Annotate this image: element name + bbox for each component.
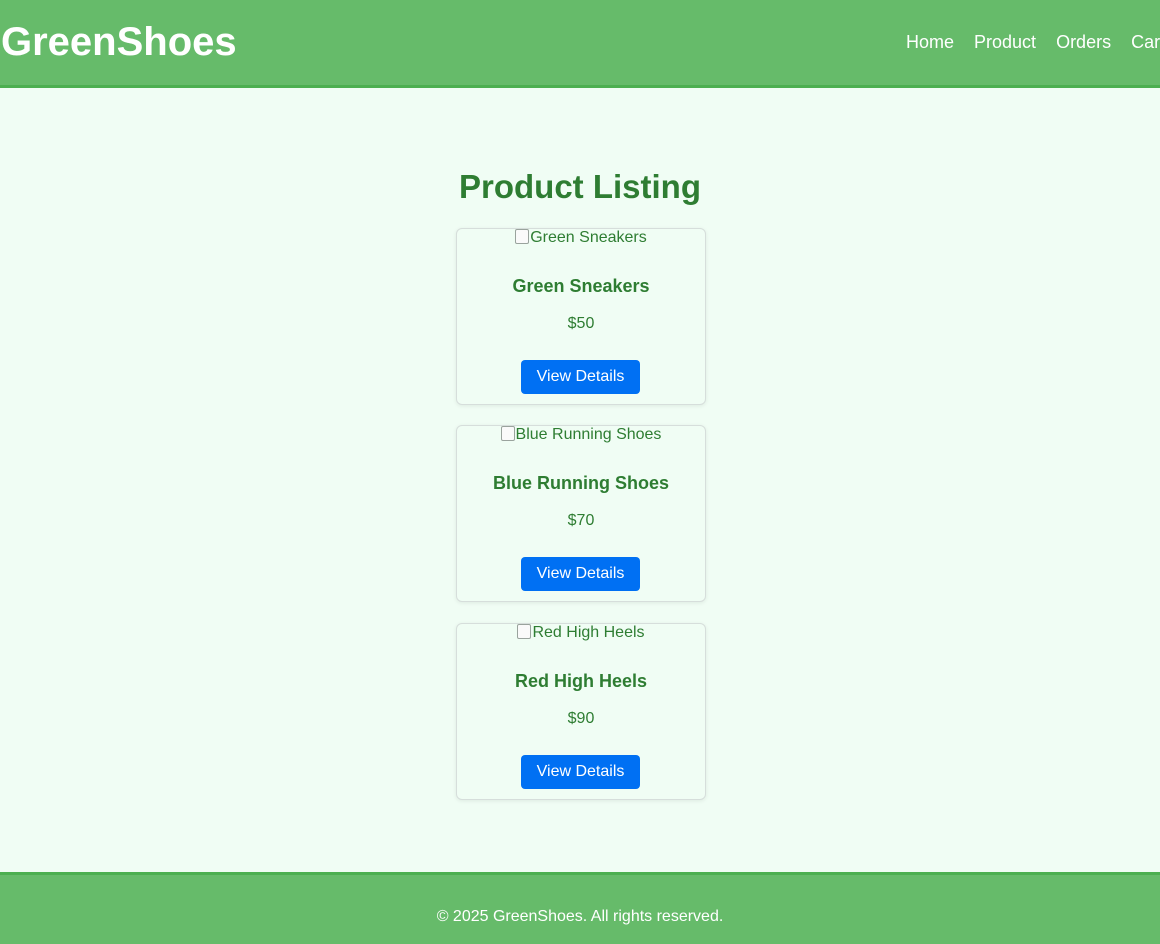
product-image-alt: Blue Running Shoes (515, 426, 662, 443)
site-logo[interactable]: GreenShoes (1, 20, 237, 64)
view-details-button[interactable]: View Details (521, 360, 640, 394)
nav-cart-link[interactable]: Cart (1131, 31, 1160, 53)
product-price: $90 (567, 710, 595, 727)
product-name: Green Sneakers (512, 276, 650, 296)
product-price: $50 (567, 315, 595, 332)
product-price: $70 (567, 512, 595, 529)
nav-home-link[interactable]: Home (906, 31, 954, 53)
product-image-alt: Green Sneakers (530, 229, 647, 246)
product-image: Green Sneakers (457, 229, 705, 249)
product-card-red-high-heels: Red High Heels Red High Heels $90 View D… (456, 623, 706, 800)
nav-product-link[interactable]: Product (974, 31, 1036, 53)
product-name: Blue Running Shoes (492, 473, 669, 493)
main-nav: Home Product Orders Cart (906, 31, 1160, 53)
product-image-alt: Red High Heels (532, 624, 645, 641)
product-card-green-sneakers: Green Sneakers Green Sneakers $50 View D… (456, 228, 706, 405)
site-header: GreenShoes Home Product Orders Cart (0, 0, 1160, 88)
site-footer: © 2025 GreenShoes. All rights reserved. (0, 872, 1160, 944)
view-details-button[interactable]: View Details (521, 557, 640, 591)
product-image: Blue Running Shoes (457, 426, 705, 446)
nav-orders-link[interactable]: Orders (1056, 31, 1111, 53)
product-card-blue-running-shoes: Blue Running Shoes Blue Running Shoes $7… (456, 425, 706, 602)
product-name: Red High Heels (514, 671, 648, 691)
copyright-text: © 2025 GreenShoes. All rights reserved. (436, 908, 724, 925)
product-image: Red High Heels (457, 624, 705, 644)
broken-image-icon (500, 426, 515, 441)
view-details-button[interactable]: View Details (521, 755, 640, 789)
broken-image-icon (515, 229, 530, 244)
page-title: Product Listing (459, 168, 701, 205)
broken-image-icon (517, 624, 532, 639)
